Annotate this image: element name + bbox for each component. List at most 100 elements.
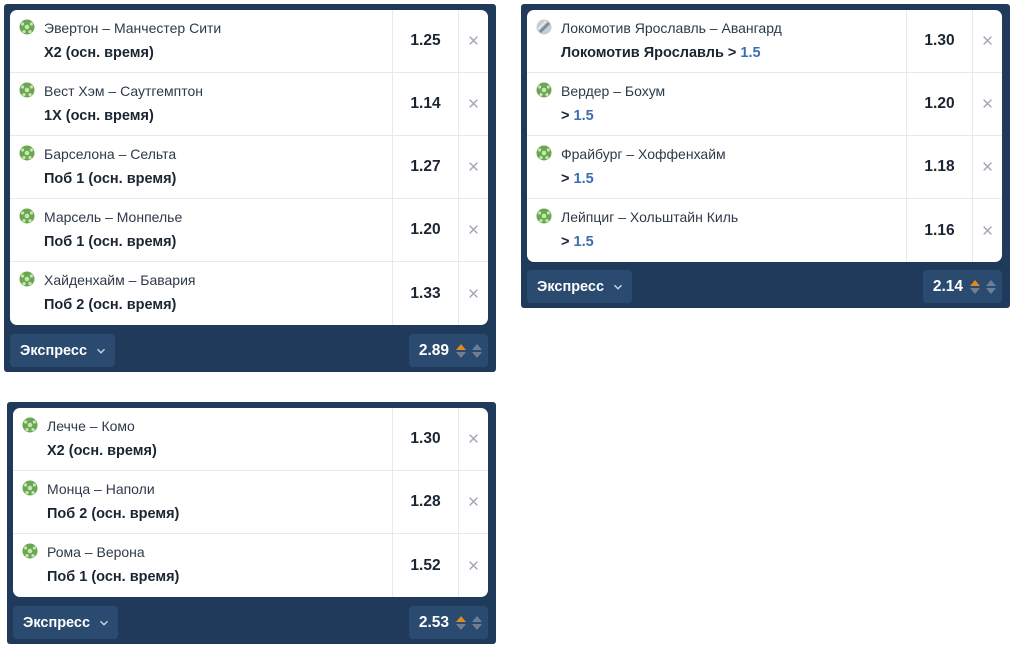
football-icon: [22, 417, 38, 433]
bet-slip: Локомотив Ярославль – Авангард Локомотив…: [521, 4, 1010, 308]
match-name: Марсель – Монпелье: [44, 209, 183, 225]
close-icon: ✕: [467, 222, 480, 239]
bet-type-label: Экспресс: [20, 342, 88, 359]
bet-type: Поб 2 (осн. время): [47, 506, 180, 522]
football-icon: [536, 145, 552, 161]
bet-type: >: [561, 171, 570, 187]
bet-type-dropdown[interactable]: Экспресс: [527, 270, 633, 303]
remove-bet-button[interactable]: ✕: [459, 471, 488, 533]
total-odds-box: 2.89: [408, 334, 488, 367]
bet-type-dropdown[interactable]: Экспресс: [10, 334, 116, 367]
close-icon: ✕: [981, 96, 994, 113]
total-odds: 2.53: [418, 613, 449, 631]
odds-value: 1.25: [392, 10, 459, 72]
bet-row: Локомотив Ярославль – Авангард Локомотив…: [527, 10, 1002, 73]
close-icon: ✕: [467, 494, 480, 511]
football-icon: [536, 208, 552, 224]
bet-list: Локомотив Ярославль – Авангард Локомотив…: [527, 10, 1002, 262]
remove-bet-button[interactable]: ✕: [459, 199, 488, 261]
odds-value: 1.30: [906, 10, 973, 72]
remove-bet-button[interactable]: ✕: [973, 136, 1002, 198]
odds-change-indicator: [452, 615, 482, 630]
bet-type: Х2 (осн. время): [44, 45, 154, 61]
odds-value: 1.18: [906, 136, 973, 198]
odds-value: 1.14: [392, 73, 459, 135]
close-icon: ✕: [981, 33, 994, 50]
bet-type-dropdown[interactable]: Экспресс: [13, 606, 119, 639]
odds-arrows-icon: [456, 343, 466, 358]
bet-type: >: [561, 234, 570, 250]
bet-selection: 1Х (осн. время): [44, 108, 154, 124]
bet-type: Поб 1 (осн. время): [47, 569, 180, 585]
odds-change-indicator: [966, 279, 996, 294]
odds-value: 1.20: [906, 73, 973, 135]
odds-arrows-icon: [472, 615, 482, 630]
bet-type-label: Экспресс: [537, 278, 605, 295]
total-odds-box: 2.53: [408, 606, 488, 639]
close-icon: ✕: [467, 159, 480, 176]
bet-value: 1.5: [740, 45, 761, 61]
bet-row: Барселона – Сельта Поб 1 (осн. время) 1.…: [10, 136, 488, 199]
bet-selection: Поб 2 (осн. время): [44, 297, 176, 313]
bet-row: Фрайбург – Хоффенхайм > 1.5 1.18 ✕: [527, 136, 1002, 199]
remove-bet-button[interactable]: ✕: [973, 199, 1002, 262]
football-icon: [22, 480, 38, 496]
bet-slip: Эвертон – Манчестер Сити Х2 (осн. время)…: [4, 4, 496, 372]
remove-bet-button[interactable]: ✕: [459, 73, 488, 135]
bet-selection: > 1.5: [561, 234, 594, 250]
total-odds: 2.14: [932, 277, 963, 295]
odds-change-indicator: [452, 343, 482, 358]
match-name: Локомотив Ярославль – Авангард: [561, 20, 782, 36]
odds-value: 1.16: [906, 199, 973, 262]
odds-arrows-icon: [456, 615, 466, 630]
bet-row: Лечче – Комо Х2 (осн. время) 1.30 ✕: [13, 408, 488, 471]
remove-bet-button[interactable]: ✕: [459, 534, 488, 597]
close-icon: ✕: [981, 222, 994, 240]
bet-type: >: [561, 108, 570, 124]
match-name: Монца – Наполи: [47, 481, 155, 497]
remove-bet-button[interactable]: ✕: [973, 73, 1002, 135]
close-icon: ✕: [467, 285, 480, 303]
odds-arrows-icon: [986, 279, 996, 294]
football-icon: [19, 145, 35, 161]
football-icon: [22, 543, 38, 559]
bet-selection: Локомотив Ярославль > 1.5: [561, 45, 761, 61]
bet-type-label: Экспресс: [23, 614, 91, 631]
bet-type: Х2 (осн. время): [47, 443, 157, 459]
remove-bet-button[interactable]: ✕: [459, 10, 488, 72]
total-odds: 2.89: [418, 341, 449, 359]
odds-value: 1.33: [392, 262, 459, 325]
close-icon: ✕: [467, 96, 480, 113]
bet-type: Поб 1 (осн. время): [44, 234, 177, 250]
football-icon: [19, 271, 35, 287]
bet-list: Эвертон – Манчестер Сити Х2 (осн. время)…: [10, 10, 488, 325]
bet-slip: Лечче – Комо Х2 (осн. время) 1.30 ✕ Монц…: [7, 402, 496, 644]
bet-selection: > 1.5: [561, 171, 594, 187]
bet-list: Лечче – Комо Х2 (осн. время) 1.30 ✕ Монц…: [13, 408, 488, 597]
bet-row: Вест Хэм – Саутгемптон 1Х (осн. время) 1…: [10, 73, 488, 136]
bet-type: Локомотив Ярославль >: [561, 45, 737, 61]
bet-row: Рома – Верона Поб 1 (осн. время) 1.52 ✕: [13, 534, 488, 597]
close-icon: ✕: [467, 431, 480, 448]
remove-bet-button[interactable]: ✕: [459, 262, 488, 325]
chevron-down-icon: [100, 620, 109, 626]
bet-row: Марсель – Монпелье Поб 1 (осн. время) 1.…: [10, 199, 488, 262]
football-icon: [536, 82, 552, 98]
close-icon: ✕: [467, 33, 480, 50]
match-name: Вердер – Бохум: [561, 83, 666, 99]
chevron-down-icon: [97, 348, 106, 354]
close-icon: ✕: [981, 159, 994, 176]
bet-selection: Поб 2 (осн. время): [47, 506, 179, 522]
bet-type: Поб 1 (осн. время): [44, 171, 177, 187]
remove-bet-button[interactable]: ✕: [459, 136, 488, 198]
remove-bet-button[interactable]: ✕: [973, 10, 1002, 72]
total-odds-box: 2.14: [922, 270, 1002, 303]
bet-row: Монца – Наполи Поб 2 (осн. время) 1.28 ✕: [13, 471, 488, 534]
odds-value: 1.27: [392, 136, 459, 198]
bet-selection: Поб 1 (осн. время): [44, 171, 176, 187]
bet-type: 1Х (осн. время): [44, 108, 154, 124]
football-icon: [19, 208, 35, 224]
bet-value: 1.5: [573, 234, 594, 250]
remove-bet-button[interactable]: ✕: [459, 408, 488, 470]
odds-value: 1.30: [392, 408, 459, 470]
